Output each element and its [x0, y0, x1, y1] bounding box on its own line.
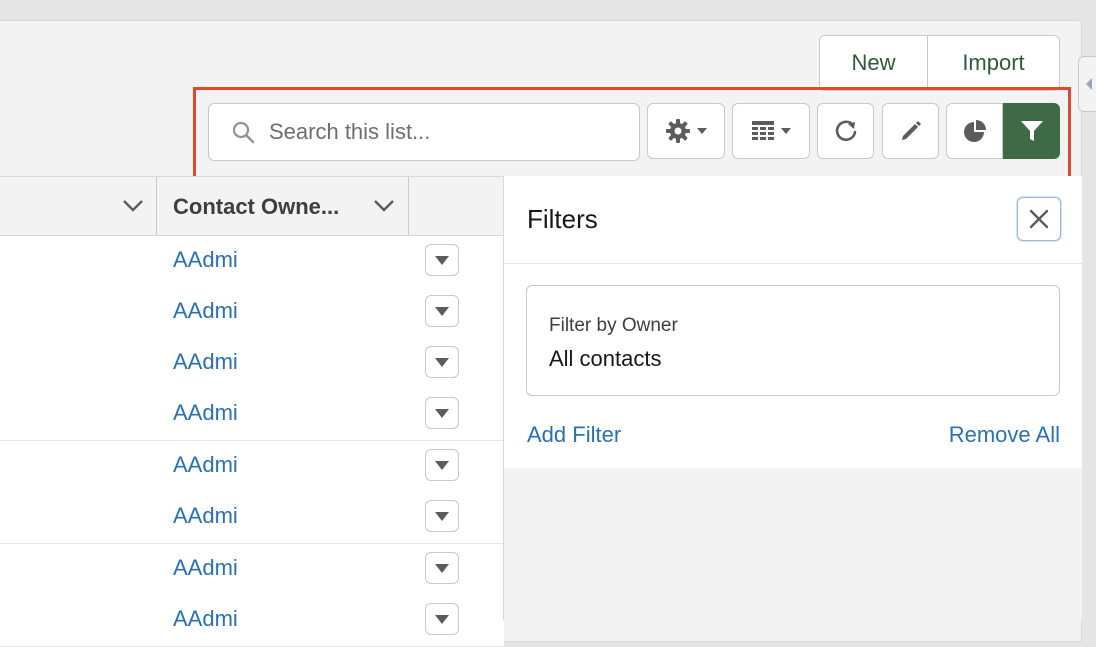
- caret-down-icon: [435, 511, 449, 521]
- pie-chart-icon: [963, 120, 986, 142]
- caret-down-icon: [435, 408, 449, 418]
- table-row: AAdmi: [0, 338, 504, 390]
- row-actions-button[interactable]: [425, 244, 459, 276]
- table-row: AAdmi: [0, 595, 504, 647]
- owner-link[interactable]: AAdmi: [173, 400, 238, 426]
- side-panel-handle[interactable]: [1078, 56, 1096, 112]
- add-filter-link[interactable]: Add Filter: [527, 422, 621, 448]
- column-header-previous[interactable]: [0, 177, 157, 235]
- row-actions-button[interactable]: [425, 346, 459, 378]
- row-actions-button[interactable]: [425, 295, 459, 327]
- filter-label: Filter by Owner: [549, 315, 678, 336]
- filter-icon: [1020, 121, 1043, 141]
- column-header-label: Contact Owne...: [173, 194, 340, 219]
- filters-button[interactable]: [1003, 103, 1060, 159]
- caret-down-icon: [435, 614, 449, 624]
- chevron-down-icon[interactable]: [122, 199, 144, 213]
- owner-link[interactable]: AAdmi: [173, 606, 238, 632]
- caret-down-icon: [435, 306, 449, 316]
- display-as-button[interactable]: [732, 103, 810, 159]
- refresh-button[interactable]: [817, 103, 874, 159]
- close-filters-button[interactable]: [1017, 197, 1061, 241]
- list-table: Contact Owne... AAdmi AAdmi AAdmi AAdmi …: [0, 176, 504, 647]
- row-actions-button[interactable]: [425, 603, 459, 635]
- pencil-icon: [901, 121, 921, 140]
- chart-filter-group: [946, 103, 1060, 159]
- filters-title: Filters: [527, 204, 598, 234]
- caret-down-icon: [435, 255, 449, 265]
- list-settings-button[interactable]: [647, 103, 725, 159]
- row-actions-button[interactable]: [425, 552, 459, 584]
- table-row: AAdmi: [0, 492, 504, 544]
- caret-down-icon: [781, 128, 791, 134]
- header-button-group: New Import: [819, 35, 1060, 91]
- table-row: AAdmi: [0, 544, 504, 596]
- caret-down-icon: [435, 563, 449, 573]
- refresh-icon: [835, 120, 856, 142]
- import-button[interactable]: Import: [928, 36, 1059, 90]
- gear-icon: [666, 119, 690, 143]
- caret-down-icon: [697, 128, 707, 134]
- column-header-contact-owner[interactable]: Contact Owne...: [157, 177, 409, 235]
- caret-down-icon: [435, 460, 449, 470]
- filter-value: All contacts: [549, 346, 662, 371]
- owner-link[interactable]: AAdmi: [173, 555, 238, 581]
- table-row: AAdmi: [0, 389, 504, 441]
- chevron-left-icon: [1086, 78, 1092, 90]
- new-button[interactable]: New: [820, 36, 928, 90]
- table-row: AAdmi: [0, 441, 504, 493]
- filters-body: Filter by Owner All contacts Add Filter …: [504, 264, 1082, 468]
- search-box[interactable]: [208, 103, 640, 161]
- table-row: AAdmi: [0, 287, 504, 339]
- search-input[interactable]: [267, 118, 611, 146]
- filter-by-owner-card[interactable]: Filter by Owner All contacts: [526, 285, 1060, 396]
- remove-all-link[interactable]: Remove All: [949, 422, 1060, 448]
- row-actions-button[interactable]: [425, 449, 459, 481]
- owner-link[interactable]: AAdmi: [173, 349, 238, 375]
- owner-link[interactable]: AAdmi: [173, 247, 238, 273]
- search-icon: [232, 121, 255, 144]
- table-row: AAdmi: [0, 236, 504, 288]
- charts-button[interactable]: [946, 103, 1003, 159]
- filters-header: Filters: [504, 176, 1082, 264]
- table-header: Contact Owne...: [0, 177, 504, 236]
- row-actions-button[interactable]: [425, 397, 459, 429]
- caret-down-icon: [435, 357, 449, 367]
- table-icon: [752, 121, 774, 140]
- row-actions-button[interactable]: [425, 500, 459, 532]
- owner-link[interactable]: AAdmi: [173, 503, 238, 529]
- edit-button[interactable]: [882, 103, 939, 159]
- owner-link[interactable]: AAdmi: [173, 452, 238, 478]
- chevron-down-icon[interactable]: [373, 199, 395, 213]
- filters-panel: Filters Filter by Owner All contacts Add…: [503, 176, 1082, 620]
- owner-link[interactable]: AAdmi: [173, 298, 238, 324]
- close-icon: [1029, 209, 1049, 229]
